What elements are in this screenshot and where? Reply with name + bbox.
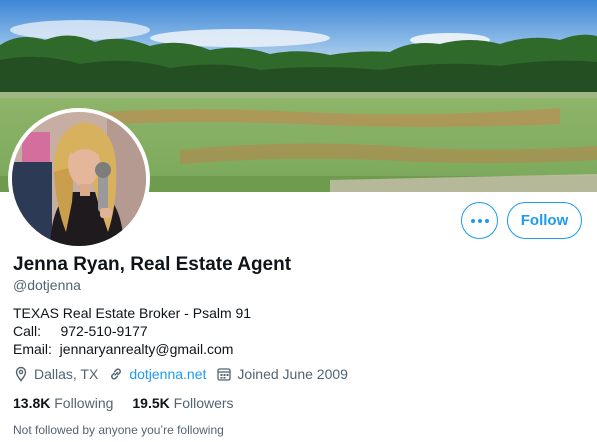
- profile-meta: Dallas, TX dotjenna.net Joined June 2009: [13, 366, 358, 382]
- bio-line: TEXAS Real Estate Broker - Psalm 91: [13, 305, 252, 321]
- more-options-button[interactable]: [461, 202, 498, 239]
- link-icon: [111, 368, 122, 380]
- profile-stats: 13.8K Following 19.5K Followers: [13, 395, 253, 411]
- following-count: 13.8K: [13, 395, 51, 411]
- location-text: Dallas, TX: [34, 366, 99, 382]
- bio-line: Email: jennaryanrealty@gmail.com: [13, 341, 234, 357]
- follow-button[interactable]: Follow: [507, 202, 582, 239]
- followers-count: 19.5K: [132, 395, 170, 411]
- display-name: Jenna Ryan, Real Estate Agent: [13, 254, 292, 275]
- profile-bio: TEXAS Real Estate Broker - Psalm 91 Call…: [13, 304, 251, 358]
- bio-line: Call: 972-510-9177: [13, 323, 148, 339]
- more-options-icon: [470, 218, 489, 223]
- location-pin-icon: [15, 366, 27, 382]
- followers-label: Followers: [173, 395, 234, 411]
- mutual-followers-note: Not followed by anyone you’re following: [13, 423, 224, 437]
- following-stat[interactable]: 13.8K Following: [13, 395, 113, 411]
- followers-stat[interactable]: 19.5K Followers: [132, 395, 233, 411]
- following-label: Following: [54, 395, 114, 411]
- user-handle: @dotjenna: [13, 277, 81, 293]
- website-item[interactable]: dotjenna.net: [108, 366, 206, 382]
- website-link[interactable]: dotjenna.net: [129, 366, 206, 382]
- calendar-icon: [217, 368, 232, 381]
- joined-text: Joined June 2009: [237, 366, 348, 382]
- location-item: Dallas, TX: [13, 366, 98, 382]
- joined-item: Joined June 2009: [216, 366, 348, 382]
- profile-avatar[interactable]: [8, 108, 150, 250]
